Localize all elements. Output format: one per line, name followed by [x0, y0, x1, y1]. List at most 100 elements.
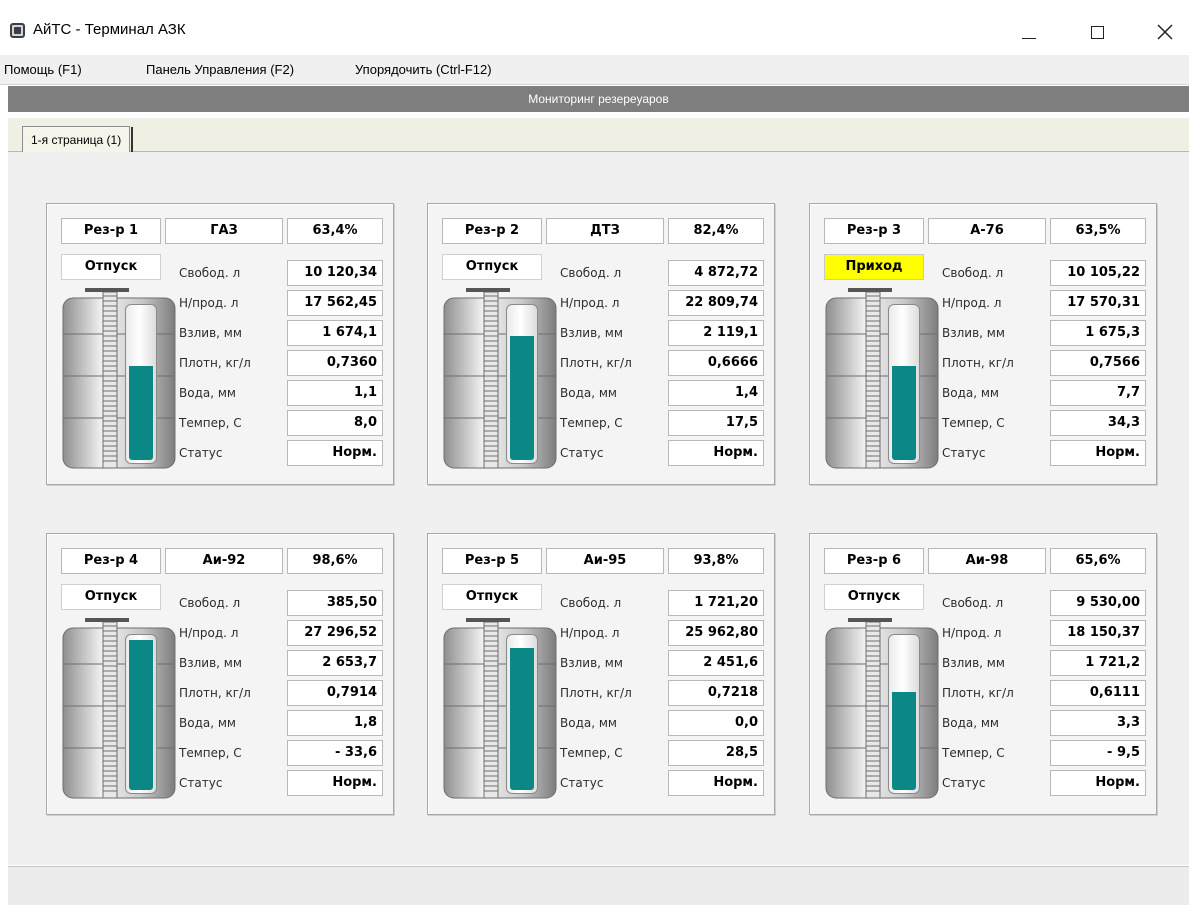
tank-illustration [443, 618, 557, 799]
label-level: Взлив, мм [942, 656, 1005, 670]
level-fill [892, 365, 916, 460]
value-temp: 8,0 [287, 410, 383, 436]
label-water: Вода, мм [942, 716, 999, 730]
value-status: Норм. [287, 770, 383, 796]
value-level: 2 451,6 [668, 650, 764, 676]
tank-panel: Рез-р 1 ГАЗ 63,4% Отпуск Свобод. л 10 12… [46, 203, 394, 485]
label-temp: Темпер, С [560, 746, 623, 760]
title-bar: АйТС - Терминал АЗК [0, 0, 1189, 50]
value-temp: 28,5 [668, 740, 764, 766]
value-unsold: 17 570,31 [1050, 290, 1146, 316]
tank-panel: Рез-р 3 А-76 63,5% Приход Свобод. л 10 1… [809, 203, 1157, 485]
level-fill [129, 365, 153, 460]
value-water: 1,4 [668, 380, 764, 406]
fuel-type: ГАЗ [165, 218, 283, 244]
value-water: 3,3 [1050, 710, 1146, 736]
fuel-type: А-76 [928, 218, 1046, 244]
value-temp: 34,3 [1050, 410, 1146, 436]
label-level: Взлив, мм [179, 656, 242, 670]
label-temp: Темпер, С [179, 416, 242, 430]
value-level: 1 721,2 [1050, 650, 1146, 676]
value-free: 9 530,00 [1050, 590, 1146, 616]
label-unsold: Н/прод. л [179, 296, 239, 310]
label-density: Плотн, кг/л [560, 686, 632, 700]
value-density: 0,7914 [287, 680, 383, 706]
level-gauge [888, 634, 920, 794]
value-density: 0,7566 [1050, 350, 1146, 376]
value-level: 2 119,1 [668, 320, 764, 346]
menu-arrange[interactable]: Упорядочить (Ctrl-F12) [355, 62, 492, 77]
app-icon [10, 23, 25, 38]
value-level: 2 653,7 [287, 650, 383, 676]
label-level: Взлив, мм [942, 326, 1005, 340]
value-free: 10 120,34 [287, 260, 383, 286]
tank-name: Рез-р 1 [61, 218, 161, 244]
maximize-icon [1090, 25, 1104, 39]
tank-name: Рез-р 2 [442, 218, 542, 244]
tank-gauge [442, 288, 558, 472]
label-status: Статус [560, 446, 604, 460]
fuel-type: ДТЗ [546, 218, 664, 244]
fill-percent: 65,6% [1050, 548, 1146, 574]
level-gauge [125, 304, 157, 464]
fill-percent: 98,6% [287, 548, 383, 574]
label-unsold: Н/прод. л [560, 296, 620, 310]
label-water: Вода, мм [179, 716, 236, 730]
tank-illustration [825, 288, 939, 469]
label-free: Свобод. л [560, 266, 622, 280]
value-temp: - 33,6 [287, 740, 383, 766]
tank-gauge [824, 618, 940, 802]
value-unsold: 18 150,37 [1050, 620, 1146, 646]
menu-control-panel[interactable]: Панель Управления (F2) [146, 62, 294, 77]
value-level: 1 675,3 [1050, 320, 1146, 346]
label-free: Свобод. л [560, 596, 622, 610]
label-status: Статус [942, 776, 986, 790]
close-button[interactable] [1140, 12, 1189, 50]
fill-percent: 63,4% [287, 218, 383, 244]
value-free: 4 872,72 [668, 260, 764, 286]
tank-illustration [825, 618, 939, 799]
label-unsold: Н/прод. л [942, 296, 1002, 310]
window-title: АйТС - Терминал АЗК [33, 21, 186, 38]
level-fill [129, 640, 153, 790]
fuel-type: Аи-95 [546, 548, 664, 574]
label-unsold: Н/прод. л [560, 626, 620, 640]
tank-gauge [824, 288, 940, 472]
value-unsold: 22 809,74 [668, 290, 764, 316]
menu-help[interactable]: Помощь (F1) [4, 62, 82, 77]
tank-panel: Рез-р 6 Аи-98 65,6% Отпуск Свобод. л 9 5… [809, 533, 1157, 815]
label-density: Плотн, кг/л [179, 686, 251, 700]
tank-panel: Рез-р 4 Аи-92 98,6% Отпуск Свобод. л 385… [46, 533, 394, 815]
minimize-button[interactable] [1004, 12, 1054, 50]
tank-name: Рез-р 3 [824, 218, 924, 244]
value-status: Норм. [1050, 770, 1146, 796]
fill-percent: 82,4% [668, 218, 764, 244]
value-unsold: 17 562,45 [287, 290, 383, 316]
label-water: Вода, мм [560, 386, 617, 400]
mode-badge: Отпуск [824, 584, 924, 610]
menu-bar: Помощь (F1) Панель Управления (F2) Упоря… [0, 55, 1189, 85]
label-temp: Темпер, С [942, 416, 1005, 430]
tank-gauge [61, 288, 177, 472]
fuel-type: Аи-98 [928, 548, 1046, 574]
level-gauge [888, 304, 920, 464]
label-status: Статус [179, 776, 223, 790]
tab-page-1[interactable]: 1-я страница (1) [22, 126, 134, 153]
label-water: Вода, мм [179, 386, 236, 400]
label-density: Плотн, кг/л [942, 356, 1014, 370]
fill-percent: 93,8% [668, 548, 764, 574]
value-water: 7,7 [1050, 380, 1146, 406]
label-density: Плотн, кг/л [179, 356, 251, 370]
value-density: 0,7218 [668, 680, 764, 706]
value-density: 0,6666 [668, 350, 764, 376]
label-unsold: Н/прод. л [179, 626, 239, 640]
value-free: 10 105,22 [1050, 260, 1146, 286]
level-gauge [506, 304, 538, 464]
tank-name: Рез-р 6 [824, 548, 924, 574]
label-free: Свобод. л [179, 596, 241, 610]
maximize-button[interactable] [1072, 12, 1122, 50]
label-level: Взлив, мм [560, 326, 623, 340]
label-unsold: Н/прод. л [942, 626, 1002, 640]
tank-name: Рез-р 4 [61, 548, 161, 574]
value-status: Норм. [668, 770, 764, 796]
